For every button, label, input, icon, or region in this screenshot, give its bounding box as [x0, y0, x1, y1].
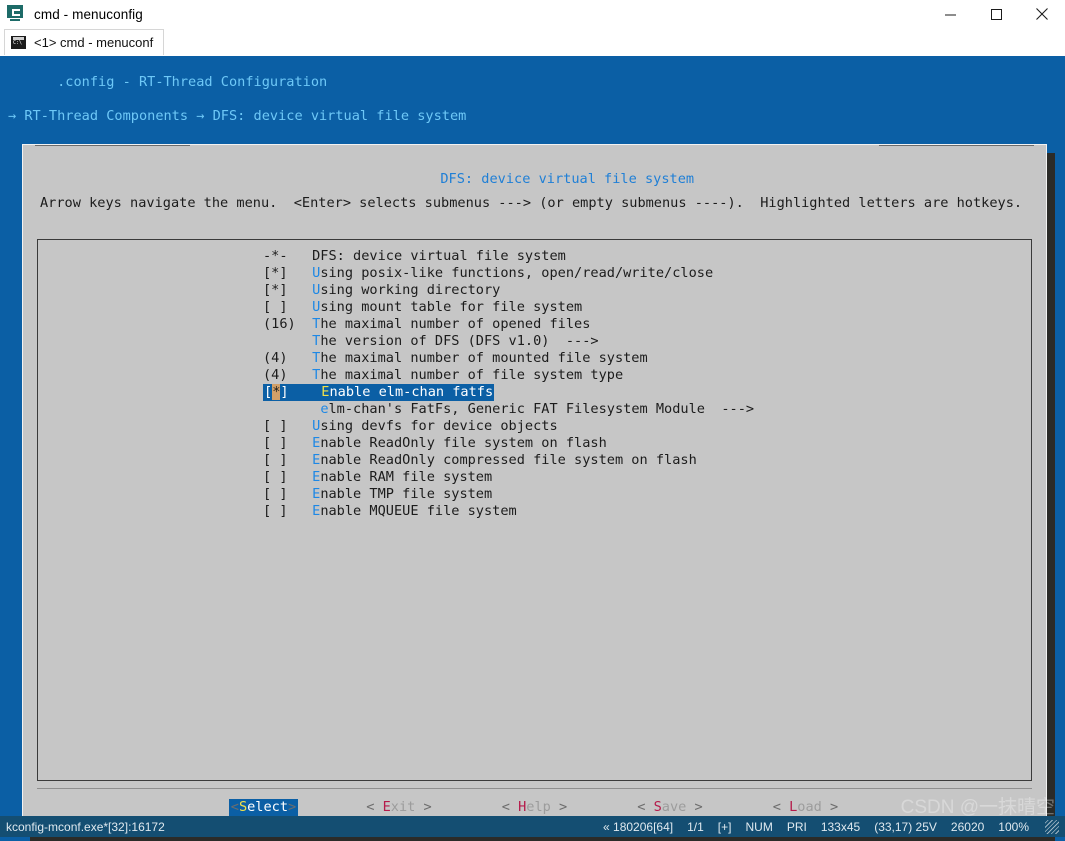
- status-build: « 180206[64]: [603, 819, 674, 834]
- status-num: NUM: [745, 819, 773, 834]
- menu-item[interactable]: (16) The maximal number of opened files: [38, 316, 1031, 333]
- menu-item[interactable]: (4) The maximal number of mounted file s…: [38, 350, 1031, 367]
- menu-item[interactable]: [ ] Using devfs for device objects: [38, 418, 1031, 435]
- title-bar: cmd - menuconfig: [0, 0, 1065, 28]
- status-cursor: (33,17) 25V: [874, 819, 937, 834]
- menu-item[interactable]: [*] Using working directory: [38, 282, 1031, 299]
- button-select[interactable]: <Select>: [228, 799, 299, 816]
- console-area: .config - RT-Thread Configuration → RT-T…: [0, 56, 1065, 841]
- status-size: 133x45: [820, 819, 861, 834]
- menu-item[interactable]: [ ] Enable ReadOnly file system on flash: [38, 435, 1031, 452]
- menu-item[interactable]: [ ] Enable ReadOnly compressed file syst…: [38, 452, 1031, 469]
- menu-item[interactable]: [*] Enable elm-chan fatfs: [38, 384, 1031, 401]
- menu-item[interactable]: [ ] Enable MQUEUE file system: [38, 503, 1031, 520]
- menu-list-frame: -*- DFS: device virtual file system [*] U…: [37, 239, 1032, 781]
- window-controls: [927, 0, 1065, 28]
- menu-item[interactable]: [ ] Using mount table for file system: [38, 299, 1031, 316]
- menu-list: -*- DFS: device virtual file system [*] U…: [38, 248, 1031, 520]
- terminal-window: cmd - menuconfig <1> cmd - menuconf: [0, 0, 1065, 841]
- window-title: cmd - menuconfig: [34, 6, 143, 22]
- status-process: kconfig-mconf.exe*[32]:16172: [6, 819, 165, 834]
- tab-cmd-menuconf[interactable]: <1> cmd - menuconf: [4, 29, 165, 55]
- breadcrumb-line-2: → RT-Thread Components → DFS: device vir…: [8, 108, 467, 124]
- button-load[interactable]: < Load >: [771, 799, 841, 816]
- status-plus: [+]: [717, 819, 732, 834]
- cmd-console-icon: [11, 36, 26, 49]
- status-bytes: 26020: [950, 819, 985, 834]
- breadcrumb-line-1: .config - RT-Thread Configuration: [57, 74, 328, 90]
- button-exit[interactable]: < Exit >: [364, 799, 434, 816]
- status-zoom: 100%: [998, 819, 1029, 834]
- button-help[interactable]: < Help >: [500, 799, 570, 816]
- menu-item[interactable]: -*- DFS: device virtual file system: [38, 248, 1031, 265]
- status-pri: PRI: [786, 819, 807, 834]
- menu-item[interactable]: [*] Using posix-like functions, open/rea…: [38, 265, 1031, 282]
- menuconfig-dialog: DFS: device virtual file system Arrow ke…: [22, 144, 1047, 832]
- status-right-group: « 180206[64] 1/1 [+] NUM PRI 133x45 (33,…: [603, 819, 1059, 834]
- status-pages: 1/1: [687, 819, 704, 834]
- menu-item[interactable]: The version of DFS (DFS v1.0) --->: [38, 333, 1031, 350]
- terminal-monitor-icon: [7, 5, 25, 23]
- close-button[interactable]: [1019, 0, 1065, 28]
- tab-strip: <1> cmd - menuconf 1: [0, 28, 1065, 81]
- maximize-button[interactable]: [973, 0, 1019, 28]
- menu-item[interactable]: (4) The maximal number of file system ty…: [38, 367, 1031, 384]
- menu-item[interactable]: elm-chan's FatFs, Generic FAT Filesystem…: [38, 401, 1031, 418]
- menu-item[interactable]: [ ] Enable TMP file system: [38, 486, 1031, 503]
- button-save[interactable]: < Save >: [635, 799, 705, 816]
- minimize-button[interactable]: [927, 0, 973, 28]
- tab-label: <1> cmd - menuconf: [34, 35, 154, 50]
- button-row: <Select> < Exit > < Help > < Save > < Load >: [37, 799, 1032, 816]
- help-line-1: Arrow keys navigate the menu. <Enter> se…: [40, 195, 1023, 211]
- menu-item[interactable]: [ ] Enable RAM file system: [38, 469, 1031, 486]
- resize-grip[interactable]: [1045, 819, 1059, 834]
- status-bar: kconfig-mconf.exe*[32]:16172 « 180206[64…: [0, 816, 1065, 837]
